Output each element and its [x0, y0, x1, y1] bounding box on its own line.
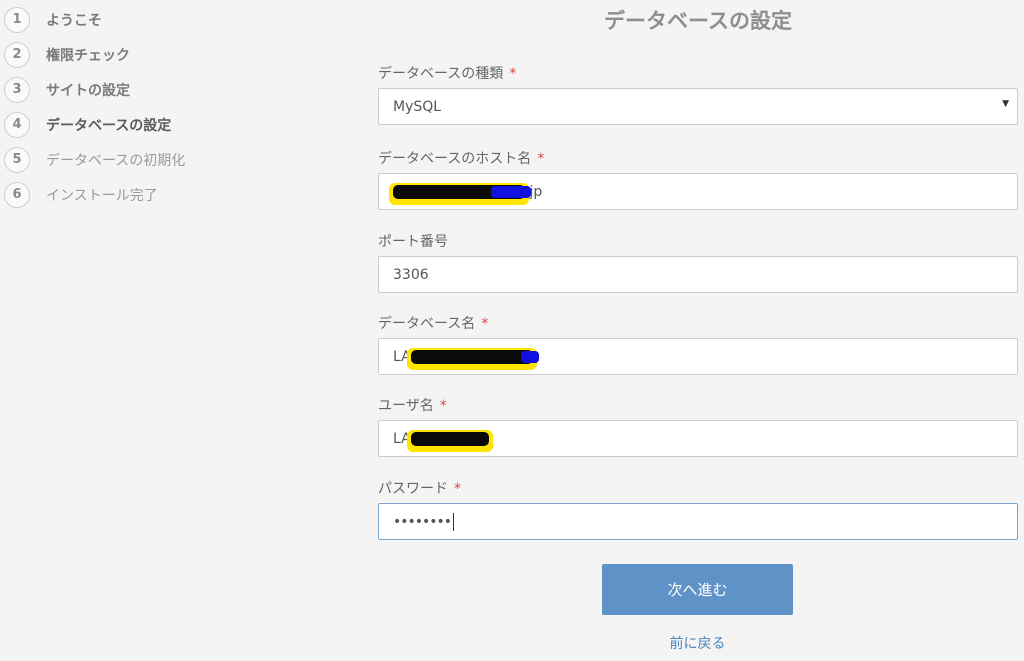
step-number: 5: [4, 146, 30, 173]
port-label: ポート番号: [378, 232, 1018, 256]
step-database-init: 5 データベースの初期化: [4, 142, 304, 177]
db-type-value: MySQL: [393, 98, 442, 115]
db-name-label-text: データベース名: [378, 316, 476, 332]
redaction-mark: [389, 182, 531, 205]
step-label: ようこそ: [46, 12, 102, 29]
redaction-mark: [406, 429, 493, 452]
step-database-settings: 4 データベースの設定: [4, 107, 304, 142]
port-input[interactable]: 3306: [378, 256, 1018, 293]
db-type-label: データベースの種類 *: [378, 64, 1018, 88]
step-number: 3: [4, 76, 30, 103]
password-label: パスワード *: [378, 479, 1018, 503]
db-name-input[interactable]: LA: [378, 338, 1018, 375]
text-caret: [453, 512, 455, 531]
required-mark: *: [439, 398, 447, 414]
step-number: 1: [4, 6, 30, 33]
user-label: ユーザ名 *: [378, 396, 1018, 420]
required-mark: *: [537, 151, 545, 167]
step-welcome: 1 ようこそ: [4, 2, 304, 37]
password-label-text: パスワード: [378, 481, 448, 497]
step-label: インストール完了: [46, 187, 158, 204]
step-label: 権限チェック: [46, 47, 130, 64]
db-type-select[interactable]: MySQL ▼: [378, 88, 1018, 125]
password-value: ••••••••: [393, 513, 452, 530]
step-number: 6: [4, 181, 30, 208]
password-input[interactable]: ••••••••: [378, 503, 1018, 540]
step-label: サイトの設定: [46, 82, 130, 99]
step-label: データベースの初期化: [46, 152, 186, 169]
page-title: データベースの設定: [604, 9, 792, 33]
username-input[interactable]: LA: [378, 420, 1018, 457]
db-name-label: データベース名 *: [378, 314, 1018, 338]
user-label-text: ユーザ名: [378, 398, 434, 414]
db-host-label: データベースのホスト名 *: [378, 149, 1018, 173]
step-site-settings: 3 サイトの設定: [4, 72, 304, 107]
db-host-input[interactable]: .jp: [378, 173, 1018, 210]
database-form: データベースの種類 * MySQL ▼ データベースのホスト名 * .jp ポート番…: [378, 64, 1018, 540]
step-number: 4: [4, 111, 30, 138]
required-mark: *: [509, 66, 517, 82]
required-mark: *: [481, 316, 489, 332]
step-number: 2: [4, 41, 30, 68]
step-install-complete: 6 インストール完了: [4, 177, 304, 212]
db-type-label-text: データベースの種類: [378, 66, 504, 82]
dropdown-arrow-icon: ▼: [1002, 99, 1009, 109]
port-value: 3306: [393, 266, 429, 283]
required-mark: *: [454, 481, 461, 497]
step-label: データベースの設定: [46, 117, 172, 134]
port-label-text: ポート番号: [378, 234, 448, 250]
next-button[interactable]: 次へ進む: [602, 564, 793, 615]
installer-steps: 1 ようこそ 2 権限チェック 3 サイトの設定 4 データベースの設定 5 デ…: [4, 2, 304, 212]
redaction-mark: [406, 347, 539, 370]
back-link[interactable]: 前に戻る: [602, 633, 793, 653]
db-host-label-text: データベースのホスト名: [378, 151, 532, 167]
step-permission-check: 2 権限チェック: [4, 37, 304, 72]
